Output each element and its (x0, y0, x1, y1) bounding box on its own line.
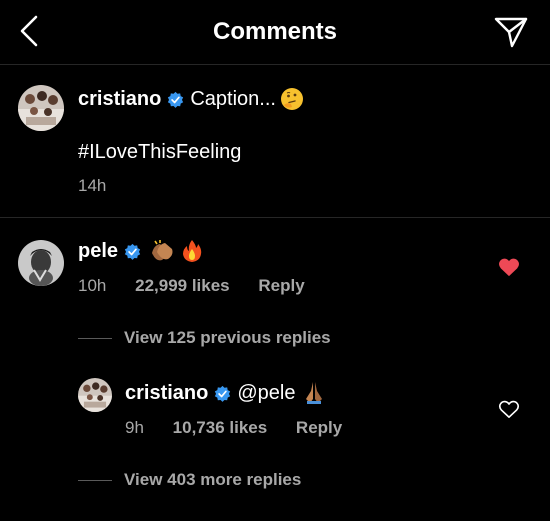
fire-icon (183, 240, 202, 262)
caption-line: cristiano Caption... (78, 87, 304, 111)
reply-meta: 9h 10,736 likes Reply (125, 418, 366, 438)
timestamp: 9h (125, 418, 144, 437)
view-previous-label: View 125 previous replies (124, 328, 331, 347)
page-title: Comments (212, 18, 338, 45)
header-divider (0, 64, 550, 65)
paper-plane-icon (494, 17, 528, 48)
username[interactable]: pele (78, 240, 118, 263)
folded-hands-icon (306, 382, 323, 404)
reply-line: cristiano @pele (125, 381, 325, 405)
mention-link[interactable]: @pele (237, 382, 295, 405)
caption-divider (0, 217, 550, 218)
heart-outline-icon[interactable] (498, 399, 520, 419)
header: Comments (0, 0, 550, 64)
verified-badge-icon (124, 243, 141, 260)
comment-meta: 10h 22,999 likes Reply (78, 276, 329, 296)
timestamp: 14h (78, 176, 107, 195)
avatar[interactable] (18, 85, 64, 131)
like-count[interactable]: 22,999 likes (135, 276, 230, 295)
view-previous-replies[interactable]: View 125 previous replies (78, 328, 331, 348)
thinking-face-icon (280, 88, 303, 110)
divider-line (78, 337, 112, 339)
share-button[interactable] (494, 16, 528, 48)
view-more-replies[interactable]: View 403 more replies (78, 470, 301, 490)
verified-badge-icon (215, 385, 231, 402)
comment-line: pele (78, 239, 203, 263)
post-meta: 14h (78, 176, 130, 196)
username[interactable]: cristiano (125, 382, 208, 405)
view-more-label: View 403 more replies (124, 470, 302, 489)
caption-text: Caption... (190, 87, 276, 110)
hashtag-link[interactable]: #ILoveThisFeeling (78, 141, 241, 164)
avatar[interactable] (18, 240, 64, 286)
avatar[interactable] (78, 378, 112, 412)
verified-badge-icon (168, 91, 184, 108)
username[interactable]: cristiano (78, 88, 161, 111)
divider-line (78, 479, 112, 481)
reply-button[interactable]: Reply (258, 276, 304, 295)
heart-filled-icon[interactable] (498, 257, 520, 277)
reply-button[interactable]: Reply (296, 418, 342, 437)
like-count[interactable]: 10,736 likes (173, 418, 268, 437)
timestamp: 10h (78, 276, 107, 295)
clapping-hands-icon (152, 240, 173, 261)
